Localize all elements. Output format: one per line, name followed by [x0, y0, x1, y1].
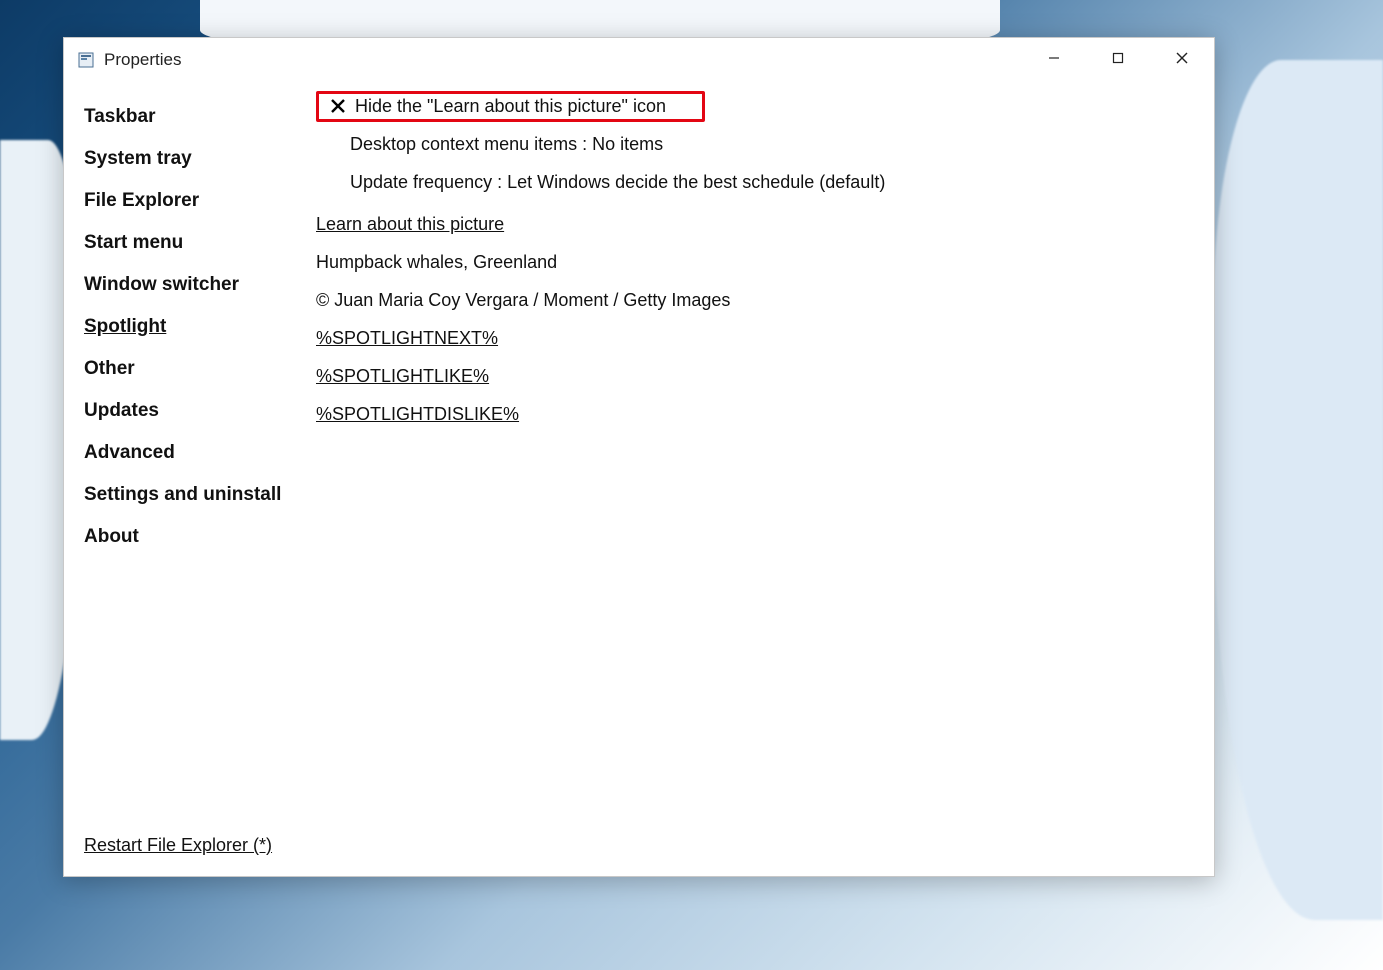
link-spotlight-dislike[interactable]: %SPOTLIGHTDISLIKE%: [316, 396, 1194, 432]
titlebar[interactable]: Properties: [64, 38, 1214, 82]
sidebar-item-start-menu[interactable]: Start menu: [84, 222, 316, 264]
picture-title: Humpback whales, Greenland: [316, 244, 1194, 280]
picture-copyright-text: © Juan Maria Coy Vergara / Moment / Gett…: [316, 290, 730, 311]
link-learn-about-picture-label: Learn about this picture: [316, 214, 504, 235]
option-update-frequency[interactable]: Update frequency : Let Windows decide th…: [316, 164, 1194, 200]
sidebar-item-window-switcher[interactable]: Window switcher: [84, 264, 316, 306]
picture-copyright: © Juan Maria Coy Vergara / Moment / Gett…: [316, 282, 1194, 318]
highlight-annotation: Hide the "Learn about this picture" icon: [316, 91, 705, 122]
link-spotlight-like-label: %SPOTLIGHTLIKE%: [316, 366, 489, 387]
sidebar-item-spotlight[interactable]: Spotlight: [84, 306, 316, 348]
window-controls: [1022, 38, 1214, 78]
background-decor: [1213, 60, 1383, 920]
picture-title-text: Humpback whales, Greenland: [316, 252, 557, 273]
link-spotlight-next[interactable]: %SPOTLIGHTNEXT%: [316, 320, 1194, 356]
sidebar-item-system-tray[interactable]: System tray: [84, 138, 316, 180]
x-icon: [321, 98, 355, 114]
sidebar-item-taskbar[interactable]: Taskbar: [84, 96, 316, 138]
close-button[interactable]: [1150, 38, 1214, 78]
link-spotlight-next-label: %SPOTLIGHTNEXT%: [316, 328, 498, 349]
minimize-button[interactable]: [1022, 38, 1086, 78]
properties-window: Properties Taskbar System tray File Expl…: [63, 37, 1215, 877]
window-body: Taskbar System tray File Explorer Start …: [64, 82, 1214, 876]
sidebar-item-updates[interactable]: Updates: [84, 390, 316, 432]
window-title: Properties: [104, 50, 181, 70]
option-update-frequency-label: Update frequency : Let Windows decide th…: [350, 172, 885, 193]
link-spotlight-dislike-label: %SPOTLIGHTDISLIKE%: [316, 404, 519, 425]
sidebar: Taskbar System tray File Explorer Start …: [64, 82, 316, 876]
option-context-menu-items-label: Desktop context menu items : No items: [350, 134, 663, 155]
sidebar-item-settings-uninstall[interactable]: Settings and uninstall: [84, 474, 316, 516]
maximize-button[interactable]: [1086, 38, 1150, 78]
option-context-menu-items[interactable]: Desktop context menu items : No items: [316, 126, 1194, 162]
restart-file-explorer-label: Restart File Explorer (*): [84, 835, 272, 855]
restart-file-explorer-link[interactable]: Restart File Explorer (*): [84, 835, 272, 856]
sidebar-item-other[interactable]: Other: [84, 348, 316, 390]
content-pane: Hide the "Learn about this picture" icon…: [316, 82, 1214, 876]
link-learn-about-picture[interactable]: Learn about this picture: [316, 206, 1194, 242]
app-icon: [78, 52, 94, 68]
option-hide-learn-icon-label: Hide the "Learn about this picture" icon: [355, 96, 666, 117]
link-spotlight-like[interactable]: %SPOTLIGHTLIKE%: [316, 358, 1194, 394]
option-hide-learn-icon[interactable]: Hide the "Learn about this picture" icon: [316, 88, 1194, 124]
sidebar-item-about[interactable]: About: [84, 516, 316, 558]
sidebar-item-file-explorer[interactable]: File Explorer: [84, 180, 316, 222]
sidebar-item-advanced[interactable]: Advanced: [84, 432, 316, 474]
